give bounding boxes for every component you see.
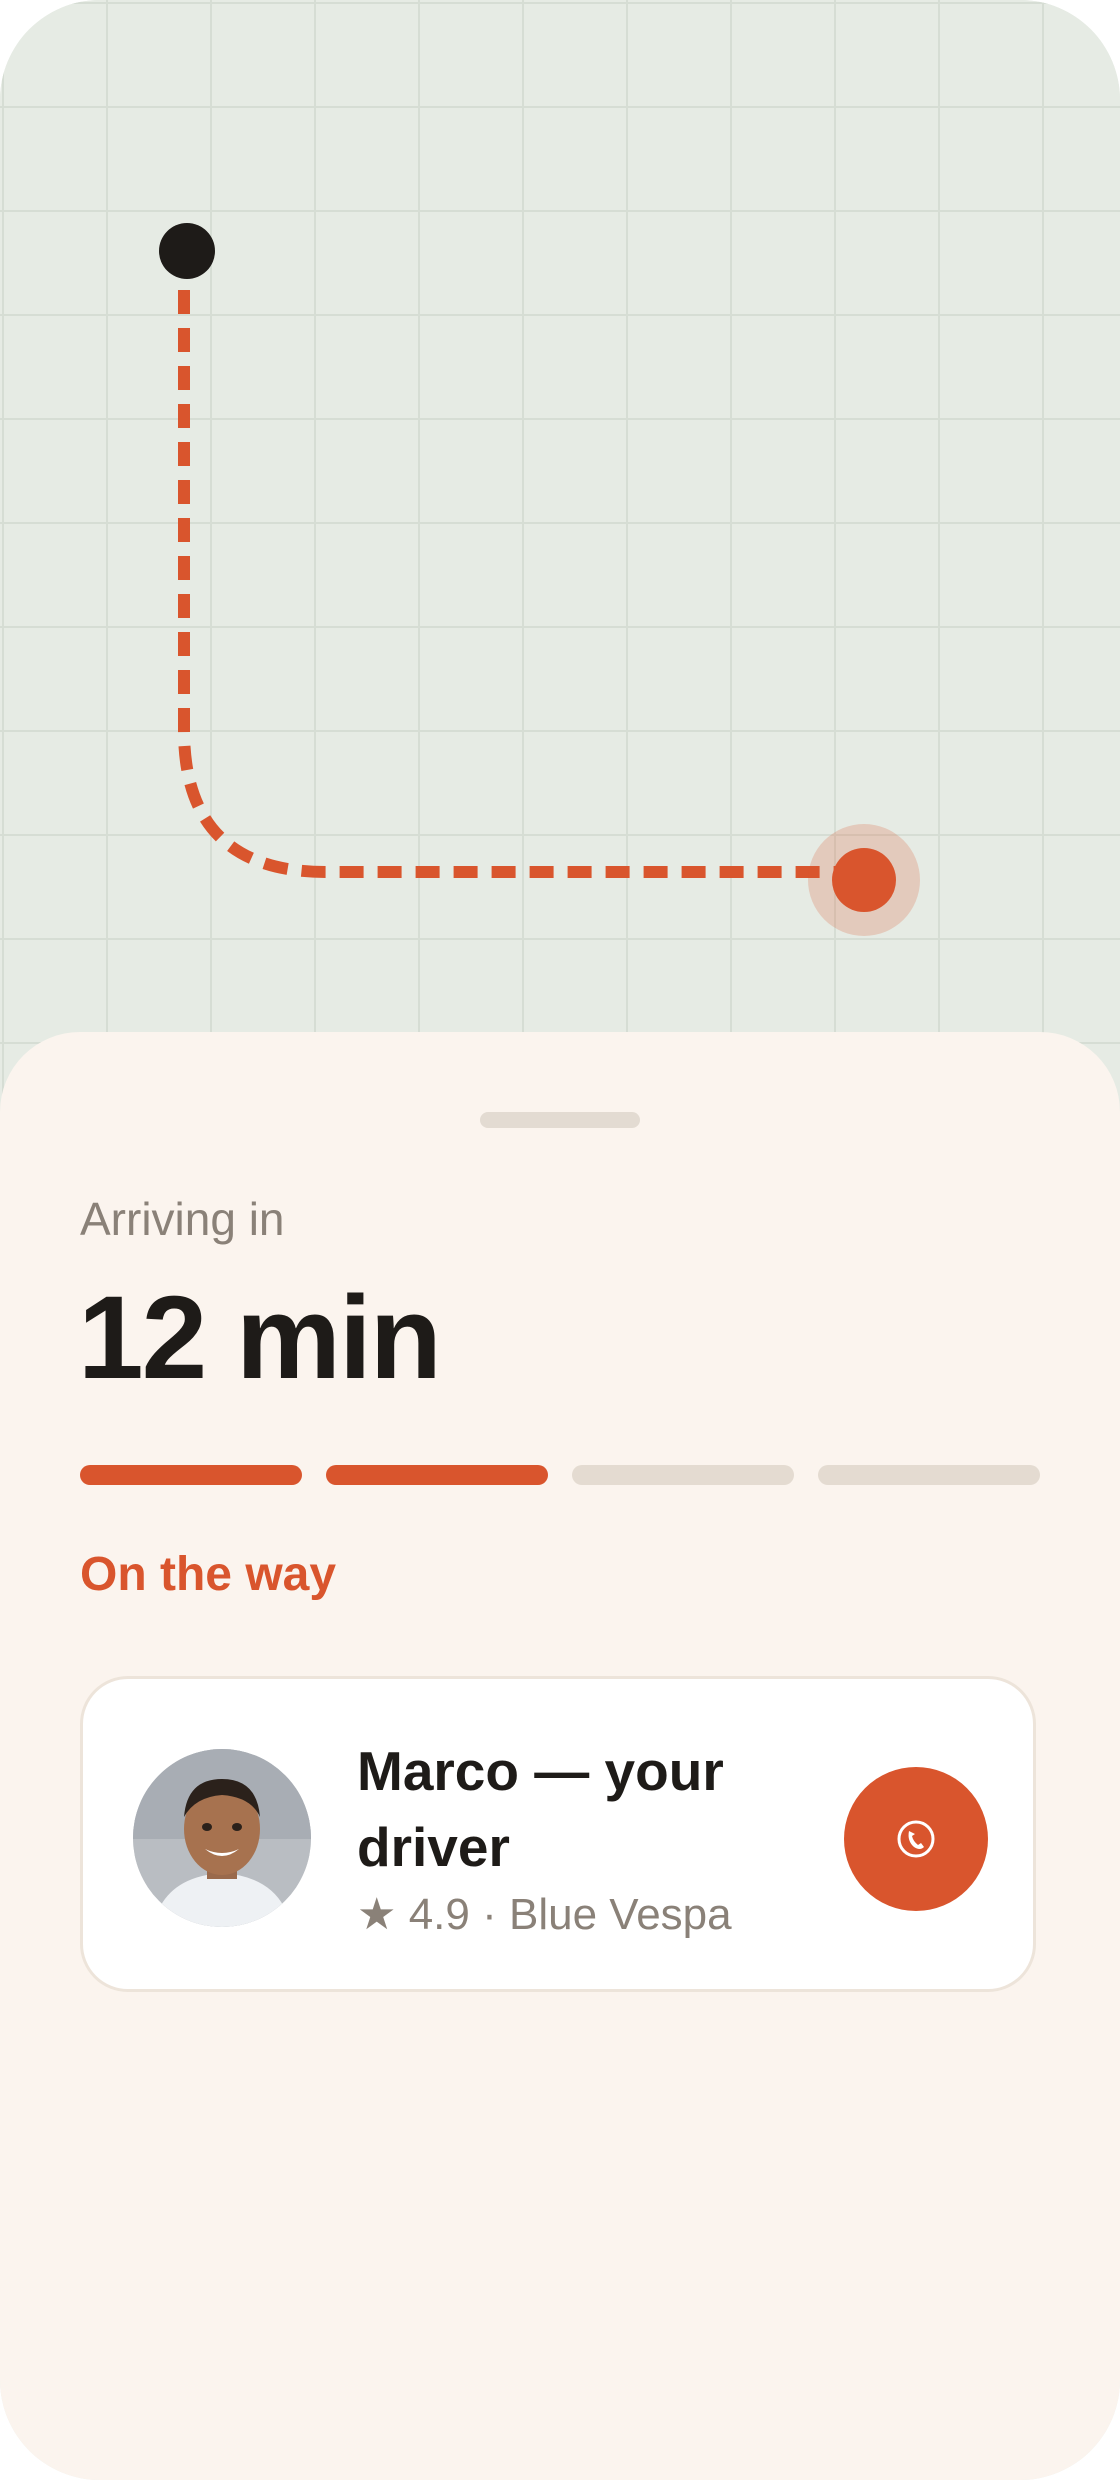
meta-separator: · — [482, 1890, 497, 1939]
origin-dot — [159, 223, 215, 279]
arriving-label: Arriving in — [80, 1193, 285, 1245]
driver-name: Marco — your driver — [357, 1740, 724, 1878]
call-driver-button[interactable] — [844, 1767, 988, 1911]
driver-avatar — [133, 1749, 311, 1927]
trip-status: On the way — [80, 1548, 337, 1601]
driver-meta: ★ 4.9 · Blue Vespa — [357, 1889, 732, 1940]
progress-segment — [572, 1465, 794, 1485]
star-icon: ★ — [357, 1889, 397, 1940]
bottom-sheet: Arriving in 12 min On the way Marco — yo… — [0, 1032, 1120, 2480]
driver-vehicle: Blue Vespa — [508, 1890, 732, 1939]
driver-rating: 4.9 — [408, 1890, 470, 1939]
sheet-drag-handle[interactable] — [480, 1112, 640, 1128]
trip-progress — [80, 1465, 1040, 1485]
phone-icon — [897, 1820, 935, 1858]
driver-location-dot — [832, 848, 896, 912]
route-overlay — [159, 223, 920, 936]
progress-segment — [80, 1465, 302, 1485]
phone-screen: Arriving in 12 min On the way Marco — yo… — [0, 0, 1120, 2480]
map[interactable] — [0, 0, 1120, 1100]
progress-segment — [326, 1465, 548, 1485]
driver-card[interactable]: Marco — your driver ★ 4.9 · Blue Vespa — [80, 1676, 1036, 1992]
route-path — [178, 252, 860, 878]
progress-segment — [818, 1465, 1040, 1485]
eta-value: 12 min — [78, 1272, 442, 1404]
